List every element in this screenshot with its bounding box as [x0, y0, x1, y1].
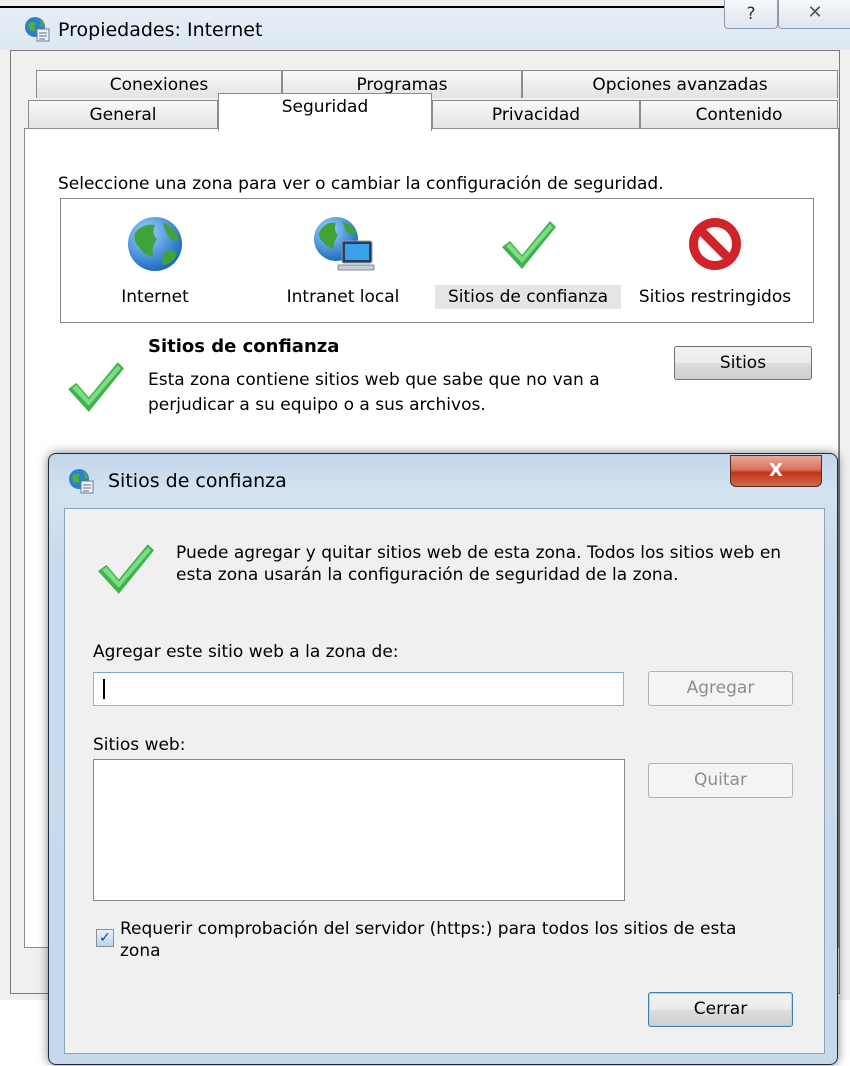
zone-label-confianza: Sitios de confianza: [435, 285, 621, 309]
site-url-input[interactable]: [93, 672, 624, 706]
zone-status-checkmark-icon: [68, 362, 124, 412]
https-checkbox[interactable]: ✓: [96, 929, 114, 947]
main-close-button[interactable]: ✕: [778, 0, 850, 29]
zone-intranet-local[interactable]: Intranet local: [275, 215, 411, 309]
zone-title: Sitios de confianza: [148, 336, 340, 357]
add-button[interactable]: Agregar: [648, 671, 793, 706]
zone-description: Esta zona contiene sitios web que sabe q…: [148, 370, 600, 415]
intranet-icon: [314, 217, 375, 271]
zone-sitios-restringidos[interactable]: Sitios restringidos: [627, 215, 803, 309]
close-dialog-button[interactable]: Cerrar: [648, 992, 793, 1027]
checkmark-icon: [502, 221, 556, 269]
internet-options-icon: [24, 16, 50, 42]
sites-button[interactable]: Sitios: [674, 346, 812, 380]
zone-label-restringidos: Sitios restringidos: [638, 287, 792, 307]
dialog-internet-icon: [68, 468, 94, 494]
dialog-title: Sitios de confianza: [108, 470, 287, 492]
tab-privacidad[interactable]: Privacidad: [432, 100, 640, 128]
add-site-label: Agregar este sitio web a la zona de:: [93, 642, 399, 662]
main-title-bar[interactable]: Propiedades: Internet: [0, 8, 850, 50]
tab-general[interactable]: General: [28, 100, 218, 128]
dialog-checkmark-icon: [98, 544, 154, 594]
tab-opciones-avanzadas[interactable]: Opciones avanzadas: [522, 70, 838, 98]
globe-icon: [128, 217, 182, 271]
text-caret: [103, 679, 105, 699]
restricted-icon: [689, 218, 741, 270]
zone-label-internet: Internet: [121, 287, 189, 307]
zone-selector: Internet Intranet local Sitios de confia…: [60, 198, 814, 323]
help-button[interactable]: ?: [724, 0, 778, 29]
websites-label: Sitios web:: [93, 735, 186, 755]
remove-button[interactable]: Quitar: [648, 763, 793, 798]
zone-sitios-de-confianza[interactable]: Sitios de confianza: [435, 215, 621, 309]
websites-list[interactable]: [93, 759, 625, 901]
dialog-close-button[interactable]: X: [730, 455, 822, 487]
dialog-info-text: Puede agregar y quitar sitios web de est…: [176, 543, 782, 585]
https-checkbox-label[interactable]: Requerir comprobación del servidor (http…: [120, 918, 760, 962]
tab-seguridad[interactable]: Seguridad: [218, 93, 432, 131]
zone-internet[interactable]: Internet: [105, 215, 205, 309]
tab-contenido[interactable]: Contenido: [640, 100, 838, 128]
zone-intro-text: Seleccione una zona para ver o cambiar l…: [58, 174, 664, 194]
window-title: Propiedades: Internet: [58, 19, 263, 41]
zone-label-intranet: Intranet local: [286, 287, 400, 307]
